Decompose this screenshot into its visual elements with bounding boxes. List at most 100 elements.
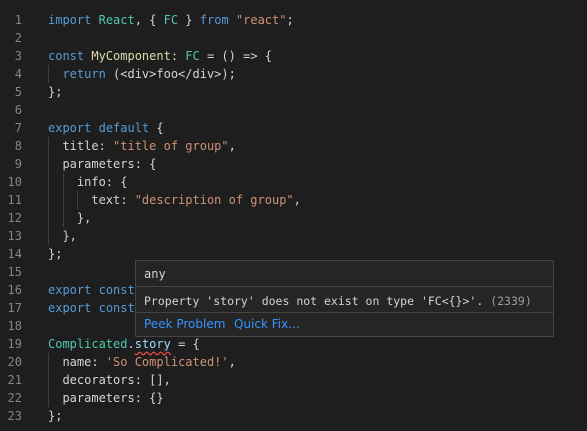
line-code: export const [48,281,135,299]
line-number: 3 [14,49,22,63]
code-token: title: [48,139,114,153]
code-token: }, [48,229,77,243]
line-code: info: { [48,173,128,191]
code-token: (<div>foo</div>); [105,67,236,81]
line-number: 14 [7,247,22,261]
code-token: 'So Complicated!' [105,355,229,369]
code-line[interactable]: 2 [0,29,587,47]
indent-guide [48,137,49,245]
line-code: decorators: [], [48,371,171,389]
code-token: decorators: [], [48,373,171,387]
code-token: parameters: {} [48,391,164,405]
code-token: from [199,13,229,27]
code-token: = { [170,337,200,351]
code-line[interactable]: 7 export default { [0,119,587,137]
line-code: }; [48,407,62,425]
error-code: (2339) [490,294,532,308]
code-token: FC [163,13,179,27]
line-code: }, [48,209,91,227]
line-number: 16 [7,283,22,297]
code-line[interactable]: 3 const MyComponent: FC = () => { [0,47,587,65]
line-number: 13 [7,229,22,243]
code-token: export [48,301,92,315]
code-token: text: [48,193,135,207]
line-code: }, [48,227,77,245]
line-number: 6 [14,103,22,117]
code-line[interactable]: 10 info: { [0,173,587,191]
code-line[interactable]: 1 import React, { FC } from "react"; [0,11,587,29]
line-code: export default { [48,119,164,137]
line-number: 15 [7,265,22,279]
line-code: export const [48,299,135,317]
code-token: const [48,49,85,63]
code-editor[interactable]: 1 import React, { FC } from "react"; 2 3 con… [0,0,587,431]
code-token: }, [48,211,92,225]
indent-guide [48,353,49,407]
code-line[interactable]: 19 Complicated.story = { [0,335,587,353]
code-line[interactable]: 23}; [0,407,587,425]
line-number: 22 [7,391,22,405]
error-token: story [134,337,171,351]
line-number: 10 [7,175,22,189]
code-token: const [98,301,135,315]
code-line[interactable]: 4 return (<div>foo</div>); [0,65,587,83]
line-code: const MyComponent: FC = () => { [48,47,272,65]
code-token: parameters: { [48,157,157,171]
code-token: export [48,121,92,135]
line-code: }; [48,245,62,263]
code-line[interactable]: 13 }, [0,227,587,245]
code-token: Complicated [48,337,128,351]
hover-actions: Peek Problem Quick Fix... [136,312,553,336]
error-message-text: Property 'story' does not exist on type … [144,294,484,308]
code-token: name: [48,355,106,369]
line-code: title: "title of group", [48,137,236,155]
line-number: 7 [14,121,22,135]
code-line[interactable]: 22 parameters: {} [0,389,587,407]
line-number: 18 [7,319,22,333]
code-line[interactable]: 12 }, [0,209,587,227]
line-code: Complicated.story = { [48,335,200,353]
line-number: 12 [7,211,22,225]
line-number: 9 [14,157,22,171]
code-token: { [149,121,164,135]
code-token: FC [185,49,200,63]
line-number: 8 [14,139,22,153]
line-code: }; [48,83,62,101]
line-number: 4 [14,67,22,81]
line-code: name: 'So Complicated!', [48,353,236,371]
hover-error-message: Property 'story' does not exist on type … [144,294,532,308]
quick-fix-link[interactable]: Quick Fix... [234,317,300,331]
line-code: import React, { FC } from "react"; [48,11,294,29]
code-token: MyComponent [91,49,171,63]
line-code: parameters: {} [48,389,164,407]
hover-type-signature: any [144,267,166,281]
indent-guide [77,191,78,209]
code-line[interactable]: 21 decorators: [], [0,371,587,389]
code-line[interactable]: 20 name: 'So Complicated!', [0,353,587,371]
code-token: info: { [48,175,128,189]
line-number: 1 [14,13,22,27]
code-token: , { [134,13,164,27]
code-token: export [48,283,92,297]
code-token: , [228,139,236,153]
code-token: "title of group" [113,139,229,153]
code-token: default [98,121,150,135]
code-token: }; [48,409,63,423]
peek-problem-link[interactable]: Peek Problem [144,317,225,331]
code-token: , [228,355,236,369]
code-line[interactable]: 6 [0,101,587,119]
line-number: 23 [7,409,22,423]
code-line[interactable]: 11 text: "description of group", [0,191,587,209]
code-line[interactable]: 9 parameters: { [0,155,587,173]
line-code: return (<div>foo</div>); [48,65,236,83]
code-token: ; [286,13,294,27]
line-number: 11 [7,193,22,207]
code-token: "react" [235,13,287,27]
code-token: } [178,13,200,27]
code-line[interactable]: 5}; [0,83,587,101]
code-line[interactable]: 8 title: "title of group", [0,137,587,155]
